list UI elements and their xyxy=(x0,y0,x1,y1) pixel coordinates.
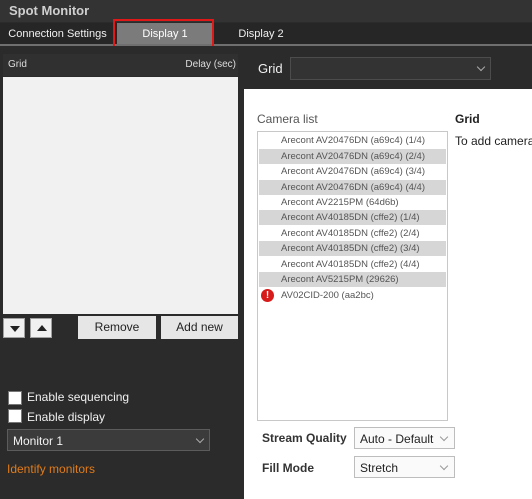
enable-sequencing-checkbox[interactable] xyxy=(8,391,22,405)
enable-display-checkbox[interactable] xyxy=(8,409,22,423)
remove-button[interactable]: Remove xyxy=(78,316,156,339)
camera-list-item[interactable]: Arecont AV20476DN (a69c4) (4/4) xyxy=(259,180,446,195)
grid-list-header: Grid Delay (sec) xyxy=(3,54,238,76)
delay-column-header: Delay (sec) xyxy=(185,59,236,70)
camera-panel: Camera list Grid To add camera Arecont A… xyxy=(244,89,532,499)
enable-sequencing-label: Enable sequencing xyxy=(27,390,130,404)
monitor-select[interactable]: Monitor 1 xyxy=(7,429,210,451)
camera-name: Arecont AV20476DN (a69c4) (2/4) xyxy=(281,151,425,162)
grid-select[interactable] xyxy=(290,57,491,80)
arrow-down-icon xyxy=(10,326,20,332)
camera-list-item[interactable]: Arecont AV40185DN (cffe2) (1/4) xyxy=(259,210,446,225)
chevron-down-icon xyxy=(439,432,449,442)
warning-icon: ! xyxy=(261,289,274,302)
grid-sequence-panel: Grid Delay (sec) Remove Add new Enable s… xyxy=(0,46,243,499)
chevron-down-icon xyxy=(476,62,486,72)
camera-list-item[interactable]: Arecont AV40185DN (cffe2) (2/4) xyxy=(259,226,446,241)
title-bar: Spot Monitor xyxy=(0,0,532,22)
camera-list-item[interactable]: Arecont AV5215PM (29626) xyxy=(259,272,446,287)
camera-name: Arecont AV20476DN (a69c4) (3/4) xyxy=(281,166,425,177)
move-down-button[interactable] xyxy=(3,318,25,338)
camera-name: Arecont AV40185DN (cffe2) (1/4) xyxy=(281,212,420,223)
camera-list-item[interactable]: Arecont AV20476DN (a69c4) (3/4) xyxy=(259,164,446,179)
stream-quality-value: Auto - Default xyxy=(360,432,434,446)
grid-heading: Grid xyxy=(455,112,480,126)
fill-mode-select[interactable]: Stretch xyxy=(354,456,455,478)
camera-list-item[interactable]: Arecont AV20476DN (a69c4) (1/4) xyxy=(259,133,446,148)
chevron-down-icon xyxy=(439,461,449,471)
fill-mode-value: Stretch xyxy=(360,461,399,475)
enable-display-label: Enable display xyxy=(27,410,106,424)
chevron-down-icon xyxy=(195,434,205,444)
stream-quality-select[interactable]: Auto - Default xyxy=(354,427,455,449)
grid-column-header: Grid xyxy=(8,59,27,70)
camera-name: Arecont AV20476DN (a69c4) (4/4) xyxy=(281,182,425,193)
stream-quality-label: Stream Quality xyxy=(262,431,347,445)
camera-name: Arecont AV40185DN (cffe2) (3/4) xyxy=(281,243,420,254)
camera-name: Arecont AV20476DN (a69c4) (1/4) xyxy=(281,135,425,146)
window-title: Spot Monitor xyxy=(9,3,90,18)
camera-list[interactable]: Arecont AV20476DN (a69c4) (1/4) Arecont … xyxy=(257,131,448,421)
arrow-up-icon xyxy=(37,325,47,331)
camera-list-label: Camera list xyxy=(257,112,318,126)
camera-list-item[interactable]: Arecont AV40185DN (cffe2) (3/4) xyxy=(259,241,446,256)
camera-list-item[interactable]: Arecont AV20476DN (a69c4) (2/4) xyxy=(259,149,446,164)
camera-list-item[interactable]: ! AV02CID-200 (aa2bc) xyxy=(259,288,446,303)
grid-hint-text: To add camera xyxy=(455,134,532,148)
camera-name: Arecont AV40185DN (cffe2) (2/4) xyxy=(281,228,420,239)
monitor-select-value: Monitor 1 xyxy=(13,434,64,448)
tab-connection-settings[interactable]: Connection Settings xyxy=(0,23,115,45)
fill-mode-label: Fill Mode xyxy=(262,461,314,475)
camera-name: Arecont AV5215PM (29626) xyxy=(281,274,399,285)
tab-display-2[interactable]: Display 2 xyxy=(215,23,307,45)
camera-list-item[interactable]: Arecont AV40185DN (cffe2) (4/4) xyxy=(259,257,446,272)
grid-selector-label: Grid xyxy=(258,61,283,76)
camera-name: Arecont AV40185DN (cffe2) (4/4) xyxy=(281,259,420,270)
camera-name: Arecont AV2215PM (64d6b) xyxy=(281,197,399,208)
move-up-button[interactable] xyxy=(30,318,52,338)
tab-bar: Connection Settings Display 1 Display 2 xyxy=(0,23,532,45)
grid-list[interactable] xyxy=(3,77,238,314)
camera-list-item[interactable]: Arecont AV2215PM (64d6b) xyxy=(259,195,446,210)
identify-monitors-link[interactable]: Identify monitors xyxy=(7,462,95,476)
camera-name: AV02CID-200 (aa2bc) xyxy=(281,290,374,301)
add-new-button[interactable]: Add new xyxy=(161,316,238,339)
